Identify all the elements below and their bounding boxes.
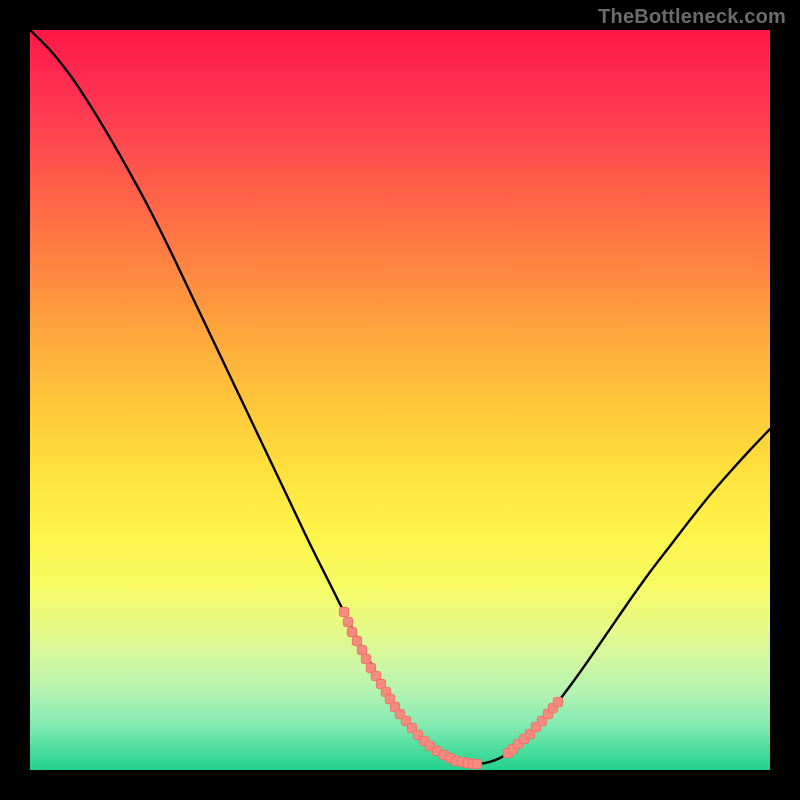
data-marker xyxy=(347,627,357,637)
marker-cluster-right xyxy=(503,697,563,758)
watermark-text: TheBottleneck.com xyxy=(598,6,786,29)
data-marker xyxy=(361,654,371,664)
data-marker xyxy=(343,617,353,627)
data-marker xyxy=(472,759,482,769)
plot-svg xyxy=(30,30,770,770)
data-marker xyxy=(352,636,362,646)
marker-cluster-left xyxy=(339,607,482,769)
data-marker xyxy=(553,697,563,707)
data-marker xyxy=(339,607,349,617)
chart-plot-area xyxy=(30,30,770,770)
bottleneck-curve xyxy=(30,30,770,764)
data-marker xyxy=(357,645,367,655)
